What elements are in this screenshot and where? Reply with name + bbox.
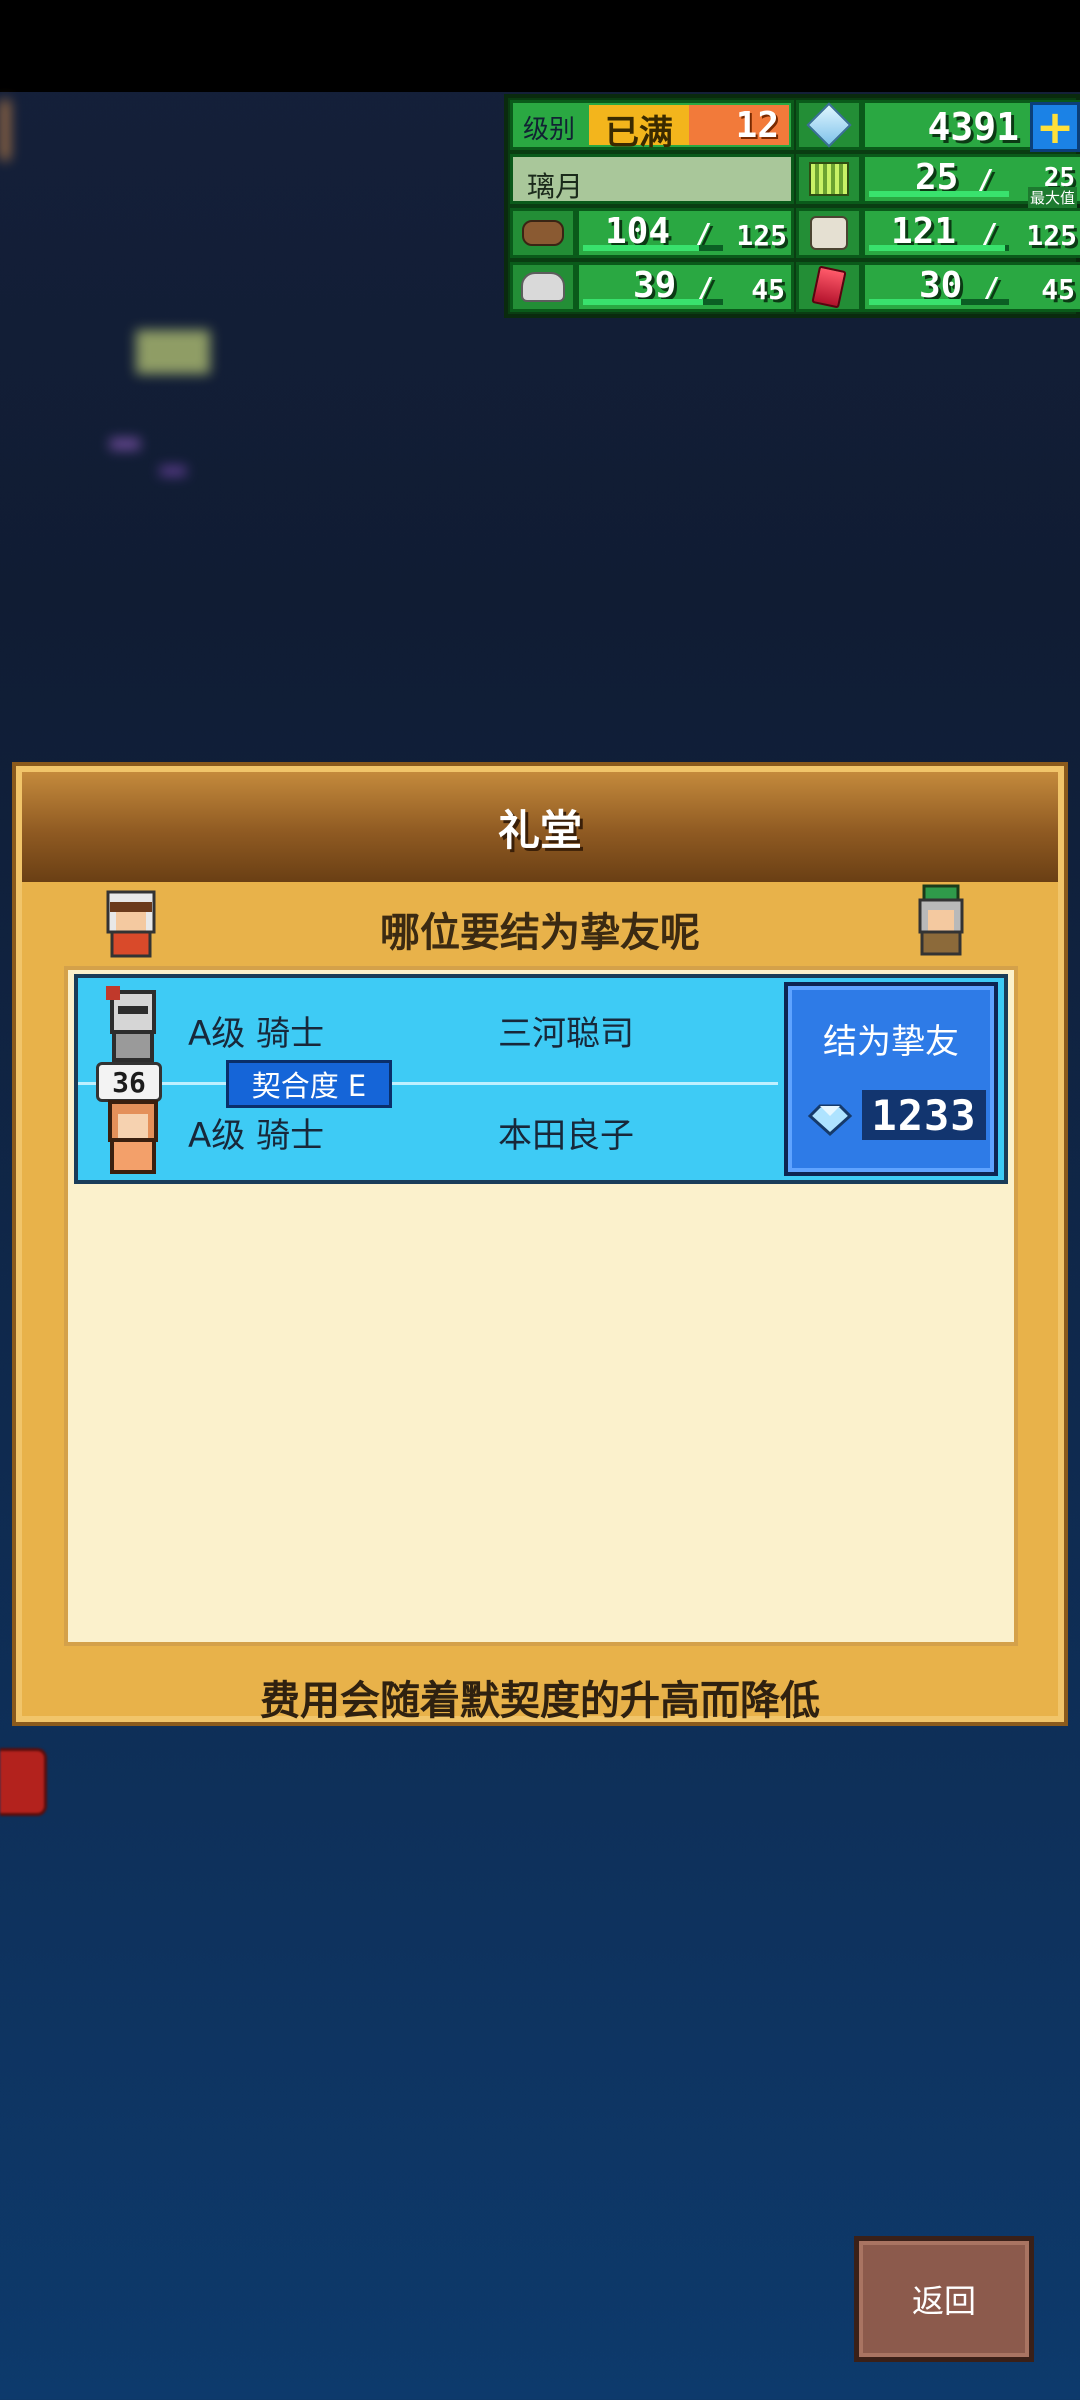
add-gems-button[interactable]: + [1030,102,1080,152]
player-name: 璃月 [527,170,584,203]
name-cell: 璃月 [510,154,794,204]
second-member-name: 本田良子 [498,1116,634,1156]
side-tab[interactable] [0,1748,47,1816]
befriend-cost: 1233 [862,1090,986,1140]
grass-icon [796,154,862,204]
wood-icon [510,208,576,258]
chapel-dialog: 礼堂 哪位要结为挚友呢 A级 骑士 三河聪司 36 契合度 E A级 骑士 本田… [12,762,1068,1726]
level-cell: 级别 已满 12 [510,100,794,153]
dialog-title: 礼堂 [497,805,582,855]
level-value: 12 [689,105,789,146]
resource-panel: 级别 已满 12 4391 + 璃月 25 / 25 最大值 104 / 125 [504,94,1080,318]
animals-max: 125 [1026,219,1077,252]
grass-cell: 25 / 25 最大值 [862,154,1080,208]
level-label: 级别 [523,115,576,145]
pair-list[interactable]: A级 骑士 三河聪司 36 契合度 E A级 骑士 本田良子 结为挚友 1233 [64,966,1018,1646]
befriend-label: 结为挚友 [823,1022,959,1062]
entry-divider [78,1082,778,1085]
dialog-header: 礼堂 [22,772,1058,882]
ruby-bar [869,299,961,305]
ruby-max: 45 [1041,273,1075,306]
gem-icon [807,1104,853,1137]
first-member-name: 三河聪司 [498,1014,634,1054]
stone-max: 45 [751,273,785,306]
background-sprite [0,100,10,160]
stone-bar [583,299,703,305]
gem-count: 4391 [927,105,1019,149]
stone-cell: 39 / 45 [576,262,794,312]
ruby-icon [796,262,862,312]
stone-icon [510,262,576,312]
status-bar [0,0,1080,92]
wood-max: 125 [736,219,787,252]
first-member-rank: A级 骑士 [188,1014,325,1054]
animal-icon [796,208,862,258]
grass-bar [869,191,1009,197]
knight-sprite [106,986,156,1062]
girl-sprite [108,1100,158,1174]
background-sprite [160,466,186,476]
wood-cell: 104 / 125 [576,208,794,258]
animals-cell: 121 / 125 [862,208,1080,258]
pair-entry[interactable]: A级 骑士 三河聪司 36 契合度 E A级 骑士 本田良子 结为挚友 1233 [74,974,1008,1184]
wood-bar [583,245,699,251]
second-member-rank: A级 骑士 [188,1116,325,1156]
gem-icon [796,100,862,150]
level-status: 已满 [589,105,689,153]
right-avatar [918,884,964,956]
cost-note: 费用会随着默契度的升高而降低 [260,1678,820,1724]
ruby-cell: 30 / 45 [862,262,1080,312]
grass-max-tag: 最大值 [1027,187,1077,208]
befriend-button[interactable]: 结为挚友 1233 [784,982,998,1176]
background-sprite [136,330,210,374]
affinity-badge: 契合度 E [226,1060,392,1108]
background-sprite [110,438,140,450]
animals-bar [869,245,1005,251]
back-button[interactable]: 返回 [854,2236,1034,2362]
